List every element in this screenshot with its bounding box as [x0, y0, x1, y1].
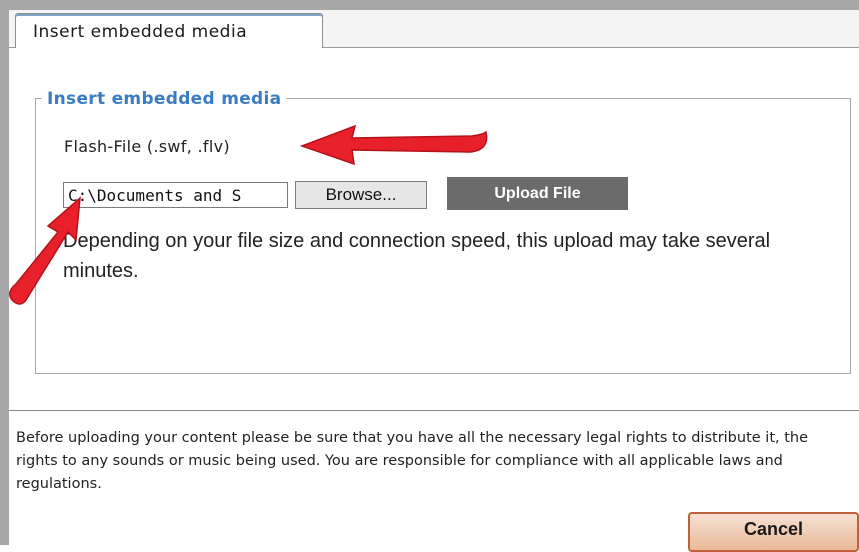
file-path-input[interactable] [63, 182, 288, 208]
flash-file-label: Flash-File (.swf, .flv) [64, 137, 230, 156]
upload-file-button[interactable]: Upload File [447, 177, 628, 210]
fieldset-legend: Insert embedded media [42, 89, 287, 109]
tab-label: Insert embedded media [33, 22, 248, 42]
upload-hint-text: Depending on your file size and connecti… [63, 230, 771, 282]
window-frame-left [0, 0, 9, 545]
browse-button[interactable]: Browse... [295, 181, 427, 209]
legal-notice: Before uploading your content please be … [16, 430, 809, 492]
tab-insert-embedded-media[interactable]: Insert embedded media [15, 13, 323, 49]
cancel-button[interactable]: Cancel [688, 512, 859, 552]
window-frame-top [0, 0, 859, 10]
